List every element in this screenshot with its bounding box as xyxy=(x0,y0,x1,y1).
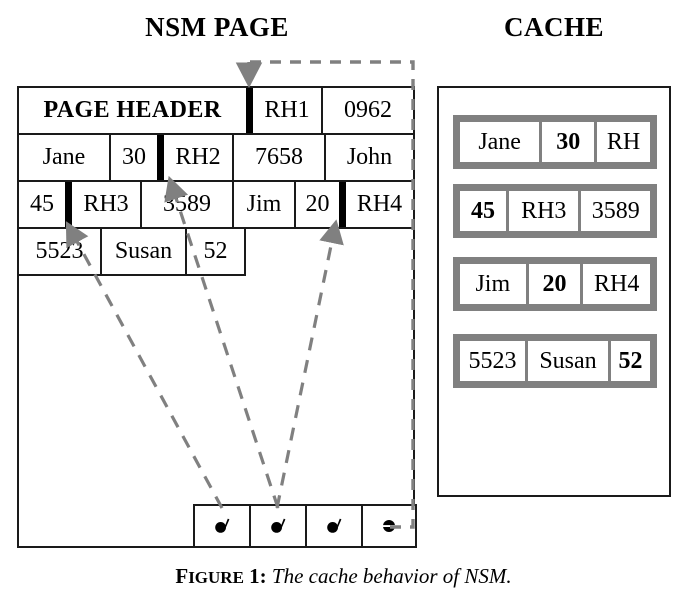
cache-cell: Jane xyxy=(460,122,543,162)
cache-cell: 52 xyxy=(610,341,650,381)
cache-line-1: Jane 30 RH xyxy=(453,115,657,169)
nsm-cell: 52 xyxy=(203,238,228,264)
nsm-cell: 7658 xyxy=(234,135,326,180)
cache-cell: RH3 xyxy=(509,191,582,231)
nsm-cell: 30 xyxy=(111,135,164,180)
cache-cell: Susan xyxy=(528,341,611,381)
cache-cell: 30 xyxy=(542,122,598,162)
row-2: Jane 30 RH2 7658 John xyxy=(19,135,413,182)
caption-text: The cache behavior of NSM. xyxy=(271,564,512,588)
nsm-cell: 0962 xyxy=(344,97,392,123)
nsm-cell: RH2 xyxy=(164,135,234,180)
cache-cell: 45 xyxy=(460,191,509,231)
caption-prefix-rest: IGURE xyxy=(188,568,244,587)
nsm-cell: Jane xyxy=(19,135,111,180)
nsm-cell: 20 xyxy=(296,182,346,227)
nsm-page-title: NSM PAGE xyxy=(145,12,289,42)
caption-prefix-first: F xyxy=(175,564,189,588)
note-bullet-icon xyxy=(215,518,230,533)
cpu-request-box xyxy=(305,504,361,548)
nsm-cell: RH4 xyxy=(356,191,403,217)
note-bullet-icon xyxy=(271,518,286,533)
cache-cell: 5523 xyxy=(460,341,529,381)
nsm-cell: Jim xyxy=(234,182,296,227)
row-4: 5523 Susan 52 xyxy=(19,229,246,276)
cache-cell: 3589 xyxy=(581,191,650,231)
nsm-page-box: PAGE HEADER RH1 0962 Jane 30 RH2 7658 John 45 RH3… xyxy=(17,86,415,548)
cache-title: CACHE xyxy=(503,12,604,42)
cpu-request-box xyxy=(361,504,417,548)
nsm-cell: 3589 xyxy=(142,182,234,227)
cache-line-4: 5523 Susan 52 xyxy=(453,334,657,388)
cache-line-3: Jim 20 RH4 xyxy=(453,257,657,311)
row-3: 45 RH3 3589 Jim 20 RH4 xyxy=(19,182,413,229)
slashed-circle-icon xyxy=(382,520,396,532)
cache-cell: RH4 xyxy=(583,264,650,304)
cache-cell: 20 xyxy=(528,264,584,304)
figure-canvas: NSM PAGE CACHE PAGE HEADER RH1 0962 Jane 30 R… xyxy=(0,0,687,602)
nsm-cell: PAGE HEADER xyxy=(19,88,253,133)
nsm-cell: 45 xyxy=(19,182,72,227)
cache-cell: RH xyxy=(597,122,650,162)
cpu-request-box xyxy=(249,504,305,548)
figure-caption: FIGURE 1: The cache behavior of NSM. xyxy=(0,564,687,589)
nsm-cell: RH3 xyxy=(72,182,142,227)
cpu-request-boxes xyxy=(193,504,417,548)
nsm-cell: Susan xyxy=(102,229,187,274)
caption-figure-number: FIGURE 1: xyxy=(175,564,266,588)
caption-number: 1: xyxy=(243,564,267,588)
cache-box: Jane 30 RH 45 RH3 3589 Jim 20 RH4 5523 Susan 52 xyxy=(437,86,671,497)
nsm-cell: John xyxy=(346,144,393,170)
nsm-cell: 5523 xyxy=(19,229,102,274)
nsm-cell: RH1 xyxy=(253,88,323,133)
cpu-request-box xyxy=(193,504,249,548)
row-page-header: PAGE HEADER RH1 0962 xyxy=(19,88,413,135)
cache-line-2: 45 RH3 3589 xyxy=(453,184,657,238)
cache-cell: Jim xyxy=(460,264,529,304)
note-bullet-icon xyxy=(327,518,342,533)
